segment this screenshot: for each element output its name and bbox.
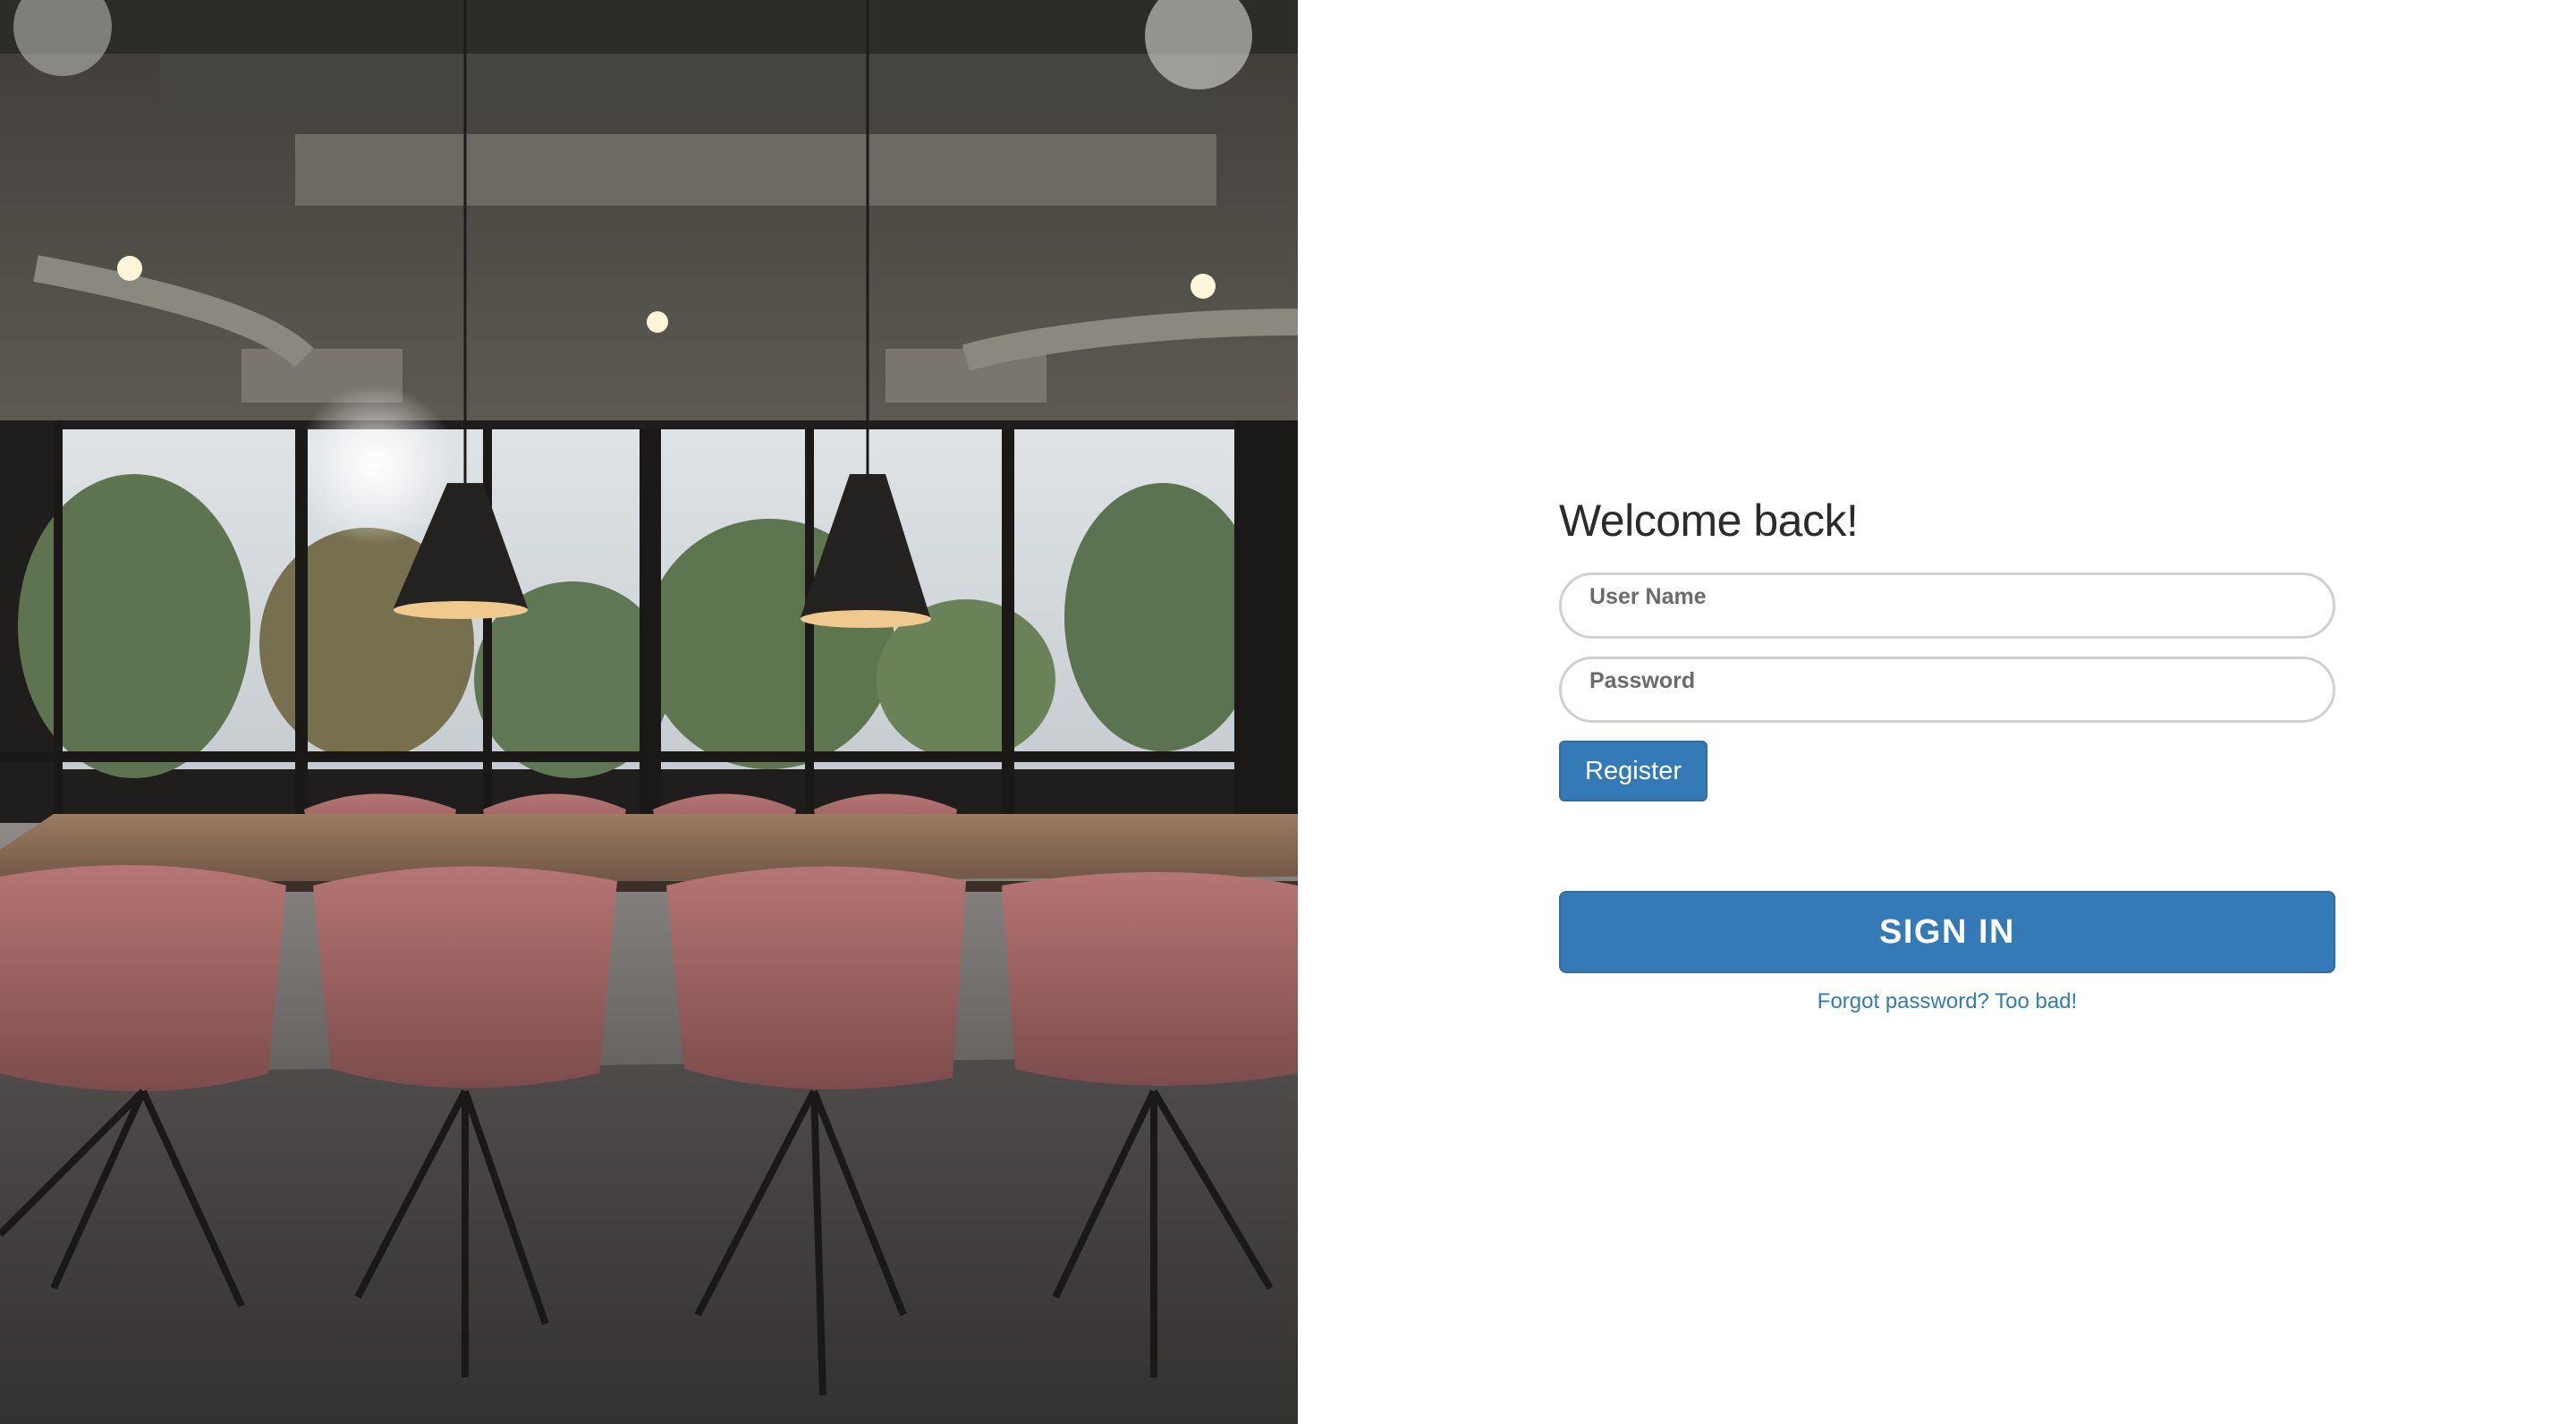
login-form: Welcome back! User Name Password Registe… <box>1559 492 2335 1014</box>
conference-room-photo <box>0 0 1298 1424</box>
password-field[interactable]: Password <box>1559 657 2335 723</box>
username-input[interactable] <box>1589 611 2305 634</box>
forgot-password-link[interactable]: Forgot password? Too bad! <box>1559 989 2335 1014</box>
password-input[interactable] <box>1589 695 2305 718</box>
username-label: User Name <box>1589 584 1707 609</box>
sign-in-button[interactable]: SIGN IN <box>1559 891 2335 973</box>
register-button[interactable]: Register <box>1559 741 1707 801</box>
password-label: Password <box>1589 668 1696 693</box>
welcome-heading: Welcome back! <box>1559 496 1859 546</box>
username-field[interactable]: User Name <box>1559 572 2335 639</box>
